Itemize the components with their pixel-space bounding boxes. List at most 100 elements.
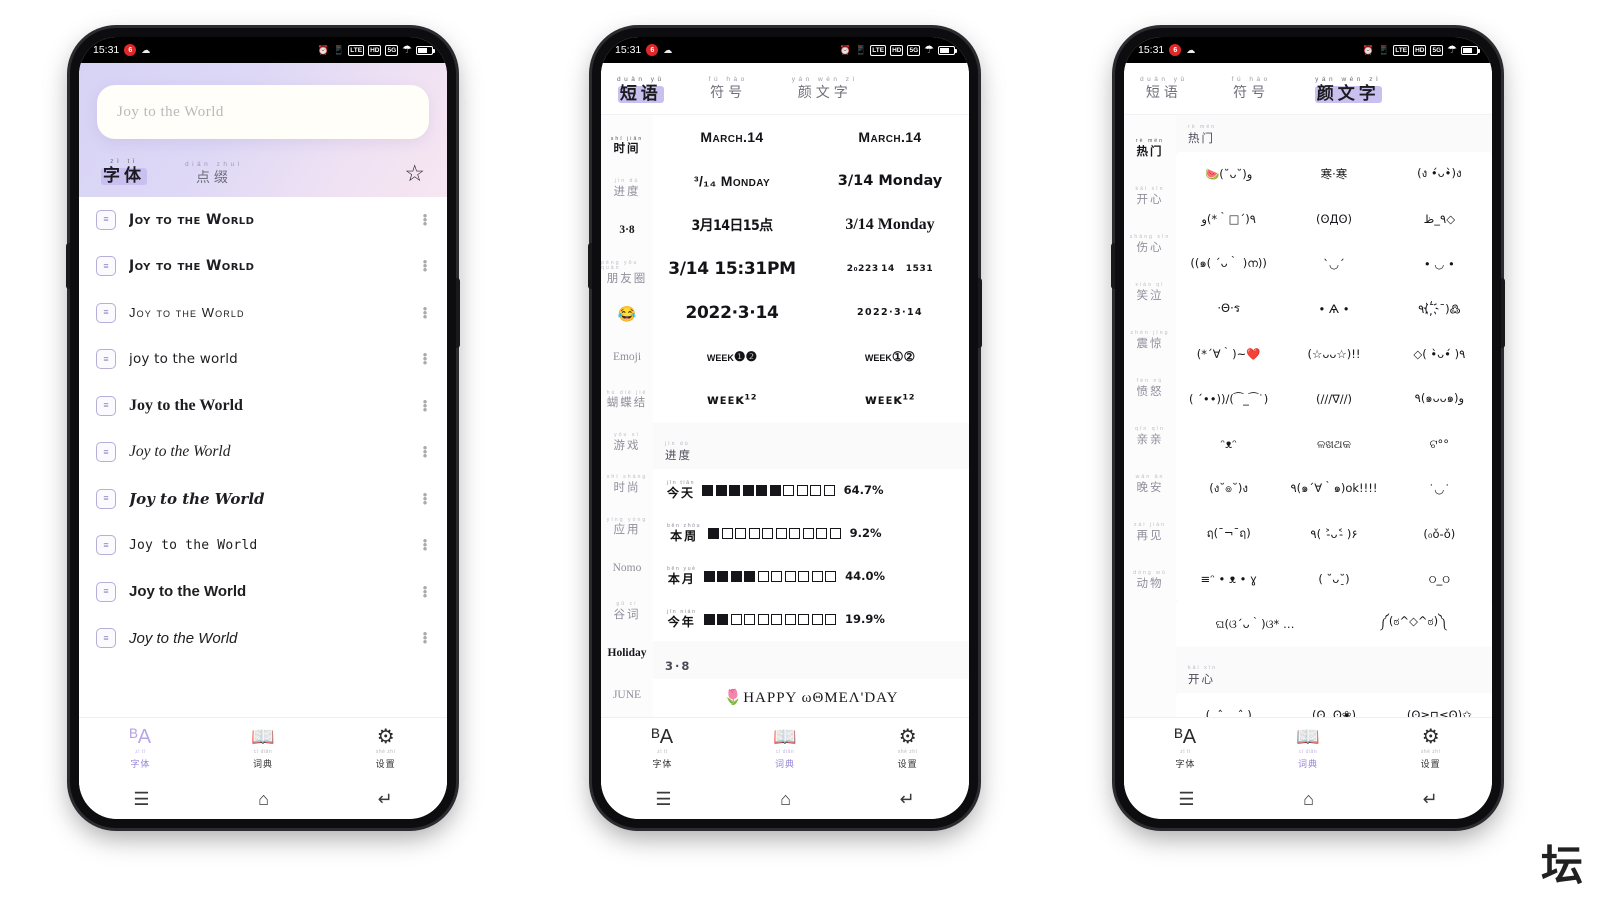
tab-gear[interactable]: ⚙ shè zhì 设置 [846,727,969,770]
recents-icon[interactable]: ☰ [655,790,671,808]
kaomoji-grid[interactable]: 🍉(˘ᴗ˘)و 寒·寒 (ง •́ᴗ•̀)ง ٩(´□｀*)و (ʘДʘ) ٩_ظ◇ ((๑… [1176,151,1492,602]
kaomoji-cell[interactable]: (ʘ..ʘ❀) [1281,693,1386,717]
tab-gear[interactable]: ⚙ shè zhì 设置 [324,727,447,770]
tab-open-book[interactable]: 📖 cí diǎn 词典 [1247,727,1370,770]
kaomoji-cell[interactable]: 寒·寒 [1281,152,1386,197]
progress-row[interactable]: běn zhōu 本周 9.2% [653,512,969,555]
back-icon[interactable]: ↵ [378,790,393,808]
category-sidebar[interactable]: rè mén 热门 kāi xīn 开心 shāng xīn 伤心 xiào qì 笑泣 zhè… [1124,114,1176,717]
kaomoji-cell[interactable]: ଠ_ଠ [1387,557,1492,602]
phrase-cell[interactable]: ᴡᴇᴇᴋ¹² [811,379,969,423]
kaomoji-cell[interactable]: ٩(๑´∀｀๑)ok!!!! [1281,467,1386,512]
android-nav-bar[interactable]: ☰ ⌂ ↵ [79,779,447,819]
font-row[interactable]: ≡ Joy to the World ••• [79,290,447,337]
sidebar-item-3[interactable]: xiào qì 笑泣 [1124,269,1176,317]
kaomoji-cell[interactable]: ᵔᴥᵔ [1176,422,1281,467]
section-tab-fonts[interactable]: zì tǐ 字体 [101,158,147,185]
kaomoji-cell[interactable]: (ʘ≥⊓≤ʘ)✩ [1387,693,1492,717]
kaomoji-cell[interactable]: 🍉(˘ᴗ˘)و [1176,152,1281,197]
kaomoji-cell[interactable]: • Ѧ • [1281,287,1386,332]
progress-row[interactable]: jīn tiān 今天 64.7% [653,469,969,512]
back-icon[interactable]: ↵ [1423,790,1438,808]
sidebar-item-6[interactable]: qīn qīn 亲亲 [1124,413,1176,461]
sidebar-item-8[interactable]: shí shàng 时尚 [601,463,653,505]
kaomoji-cell[interactable]: (ง •́ᴗ•̀)ง [1387,152,1492,197]
row-menu-icon[interactable]: • • • [420,581,430,602]
row-menu-icon[interactable]: • • • [420,488,430,509]
kaomoji-cell[interactable]: ༼(ಠ^◇^ಠ)༽ [1334,602,1492,647]
kaomoji-cell[interactable]: (☆ᴗᴗ☆)!! [1281,332,1386,377]
section-tab-decor[interactable]: diǎn zhuì 点缀 [185,161,243,184]
happy-kaomoji-grid[interactable]: (. ˆ ,, ˆ.) (ʘ..ʘ❀) (ʘ≥⊓≤ʘ)✩ [1176,692,1492,717]
phrase-cell[interactable]: 3/14 Monday [811,203,969,247]
kaomoji-cell[interactable]: (. ˆ ,, ˆ.) [1176,693,1281,717]
sidebar-item-9[interactable]: yìng yòng 应用 [601,505,653,547]
phrase-tab-1[interactable]: fú hào 符号 [709,76,748,103]
progress-row[interactable]: jīn nián 今年 19.9% [653,598,969,641]
kaomoji-cell[interactable]: ٩(๑ᴗᴗ๑)و [1387,377,1492,422]
recents-icon[interactable]: ☰ [133,790,149,808]
bottom-tab-bar[interactable]: ᴮA zì tǐ 字体 📖 cí diǎn 词典 ⚙ shè zhì 设置 [601,717,969,779]
phrase-cell[interactable]: ³/₁₄ Monday [653,159,811,203]
progress-row[interactable]: běn yuè 本月 44.0% [653,555,969,598]
phrase-cell[interactable]: week❶❷ [653,335,811,379]
kaomoji-grid-tail[interactable]: ଘ(ଓ´ᴗ｀)ଓ* … ༼(ಠ^◇^ಠ)༽ [1176,601,1492,647]
row-menu-icon[interactable]: • • • [420,627,430,648]
phrase-tab-2[interactable]: yán wén zì 颜文字 [792,76,858,103]
row-menu-icon[interactable]: • • • [420,348,430,369]
kaomoji-cell[interactable]: ((๑( ´ᴗ｀ )ന)) [1176,242,1281,287]
kaomoji-tab-2[interactable]: yán wén zì 颜文字 [1314,76,1382,103]
phrase-cell[interactable]: week①② [811,335,969,379]
kaomoji-tab-0[interactable]: duǎn yǔ 短语 [1140,76,1188,103]
kaomoji-cell[interactable]: ( ´••))/(⁀_⁀˙) [1176,377,1281,422]
sidebar-item-7[interactable]: wǎn ān 晚安 [1124,461,1176,509]
sidebar-item-7[interactable]: yóu xì 游戏 [601,421,653,463]
row-menu-icon[interactable]: • • • [420,302,430,323]
kaomoji-cell[interactable]: (₀ǒ-ǒ) [1387,512,1492,557]
row-menu-icon[interactable]: • • • [420,441,430,462]
kaomoji-content[interactable]: rè mén 热门 🍉(˘ᴗ˘)و 寒·寒 (ง •́ᴗ•̀)ง ٩(´□｀*)و (ʘДʘ… [1176,114,1492,717]
font-row[interactable]: ≡ Joy to the World ••• [79,383,447,430]
phrase-cell[interactable]: 3/14 15:31PM [653,247,811,291]
category-sidebar[interactable]: shí jiān 时间 jìn dù 进度 3·8 péng yǒu quān 朋友圈 😂 Em… [601,114,653,717]
sidebar-item-4[interactable]: zhèn jīng 震惊 [1124,317,1176,365]
phrase-content[interactable]: March.14 March.14 ³/₁₄ Monday 3/14 Monday 3月… [653,114,969,717]
search-input[interactable]: Joy to the World [97,85,429,139]
home-icon[interactable]: ⌂ [258,790,269,808]
kaomoji-cell[interactable]: • ◡ • [1387,242,1492,287]
kaomoji-cell[interactable]: ≡ᵔ • ᴥ • ɣ [1176,557,1281,602]
kaomoji-tab-1[interactable]: fú hào 符号 [1232,76,1271,103]
phrase-cell[interactable]: 2022·3·14 [653,291,811,335]
phrase-cell[interactable]: 2022·3·14 [811,291,969,335]
phrase-tab-0[interactable]: duǎn yǔ 短语 [617,76,665,103]
sidebar-item-10[interactable]: Nomo [601,548,653,590]
tab-open-book[interactable]: 📖 cí diǎn 词典 [724,727,847,770]
kaomoji-cell[interactable]: ·Θ·ร [1176,287,1281,332]
tab-script-a[interactable]: ᴮA zì tǐ 字体 [79,727,202,770]
font-row[interactable]: ≡ Joy to the World ••• [79,197,447,244]
phrase-cell[interactable]: 3月14日15点 [653,203,811,247]
sidebar-item-5[interactable]: fèn nù 愤怒 [1124,365,1176,413]
sidebar-item-0[interactable]: shí jiān 时间 [601,125,653,167]
bottom-tab-bar[interactable]: ᴮA zì tǐ 字体 📖 cí diǎn 词典 ⚙ shè zhì 设置 [1124,717,1492,779]
top-tab-row[interactable]: duǎn yǔ 短语 fú hào 符号 yán wén zì 颜文字 [1124,63,1492,115]
kaomoji-cell[interactable]: (*´∀｀)~❤️ [1176,332,1281,377]
bottom-tab-bar[interactable]: ᴮA zì tǐ 字体 📖 cí diǎn 词典 ⚙ shè zhì 设置 [79,717,447,779]
row-menu-icon[interactable]: • • • [420,255,430,276]
kaomoji-cell[interactable]: ଟ°° [1387,422,1492,467]
row-menu-icon[interactable]: • • • [420,395,430,416]
phrase-cell[interactable]: 3/14 Monday [811,159,969,203]
sidebar-item-1[interactable]: kāi xīn 开心 [1124,173,1176,221]
home-icon[interactable]: ⌂ [1303,790,1314,808]
android-nav-bar[interactable]: ☰ ⌂ ↵ [601,779,969,819]
sidebar-item-11[interactable]: gǔ cí 谷词 [601,590,653,632]
top-tab-row[interactable]: duǎn yǔ 短语 fú hào 符号 yán wén zì 颜文字 [601,63,969,115]
kaomoji-cell[interactable]: ˙◡˙ [1387,467,1492,512]
home-icon[interactable]: ⌂ [780,790,791,808]
kaomoji-cell[interactable]: (ง˘๏˘)ง [1176,467,1281,512]
kaomoji-cell[interactable]: ◇( •̀ᴗ•́ )٩ [1387,332,1492,377]
font-row[interactable]: ≡ Joy to the World ••• [79,243,447,290]
android-nav-bar[interactable]: ☰ ⌂ ↵ [1124,779,1492,819]
font-row[interactable]: ≡ Joy to the World ••• [79,569,447,616]
kaomoji-cell[interactable]: (ʘДʘ) [1281,197,1386,242]
